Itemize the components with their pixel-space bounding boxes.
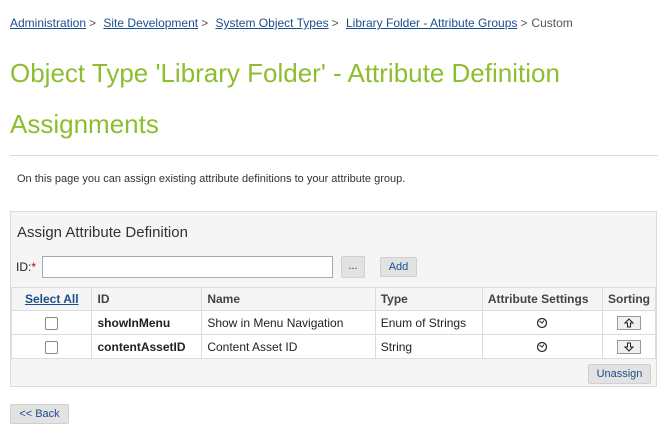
breadcrumb-separator: > <box>89 16 97 30</box>
row-id: contentAssetID <box>91 334 203 359</box>
table-header-row: Select All ID Name Type Attribute Settin… <box>10 287 656 311</box>
row-sorting-cell <box>602 334 656 359</box>
add-button[interactable]: Add <box>380 257 417 277</box>
breadcrumb-separator: > <box>331 16 339 30</box>
required-marker: * <box>31 260 37 274</box>
back-button[interactable]: << Back <box>10 404 69 424</box>
sorting-column-header: Sorting <box>602 287 656 311</box>
panel-title: Assign Attribute Definition <box>17 224 188 241</box>
unassign-button[interactable]: Unassign <box>588 364 651 384</box>
id-field-label: ID:* <box>16 260 36 274</box>
move-up-button[interactable] <box>617 315 641 330</box>
row-name: Show in Menu Navigation <box>201 310 376 335</box>
row-type: String <box>374 334 483 359</box>
breadcrumb-link-system-object-types[interactable]: System Object Types <box>215 16 328 30</box>
id-column-header: ID <box>91 287 203 311</box>
row-settings-cell <box>481 310 604 335</box>
attribute-table: Select All ID Name Type Attribute Settin… <box>10 287 656 359</box>
breadcrumb-link-attribute-groups[interactable]: Library Folder - Attribute Groups <box>346 16 517 30</box>
breadcrumb-link-administration[interactable]: Administration <box>10 16 86 30</box>
intro-text: On this page you can assign existing att… <box>17 173 406 185</box>
table-row: contentAssetID Content Asset ID String <box>10 334 656 359</box>
table-row: showInMenu Show in Menu Navigation Enum … <box>10 310 656 335</box>
arrow-down-icon <box>624 342 634 352</box>
page-title: Object Type 'Library Folder' - Attribute… <box>10 58 560 139</box>
breadcrumb-link-site-development[interactable]: Site Development <box>103 16 198 30</box>
assign-attribute-panel: Assign Attribute Definition ID:* ... Add… <box>10 211 657 387</box>
row-id: showInMenu <box>91 310 203 335</box>
row-select-cell <box>10 334 93 359</box>
type-column-header: Type <box>374 287 483 311</box>
breadcrumb: Administration > Site Development > System… <box>10 16 573 30</box>
settings-icon[interactable] <box>536 341 548 353</box>
move-down-button[interactable] <box>617 339 641 354</box>
row-type: Enum of Strings <box>374 310 483 335</box>
row-settings-cell <box>481 334 604 359</box>
row-select-cell <box>10 310 93 335</box>
name-column-header: Name <box>201 287 376 311</box>
row-sorting-cell <box>602 310 656 335</box>
breadcrumb-separator: > <box>201 16 209 30</box>
arrow-up-icon <box>624 318 634 328</box>
id-label-text: ID: <box>16 260 32 274</box>
breadcrumb-current: Custom <box>531 16 573 30</box>
row-checkbox[interactable] <box>45 316 59 330</box>
select-all-header: Select All <box>10 287 93 311</box>
browse-button[interactable]: ... <box>341 256 365 278</box>
breadcrumb-separator: > <box>520 16 528 30</box>
settings-icon[interactable] <box>536 317 548 329</box>
id-input[interactable] <box>42 256 333 278</box>
row-name: Content Asset ID <box>201 334 376 359</box>
title-divider <box>10 155 658 156</box>
row-checkbox[interactable] <box>45 340 59 354</box>
attribute-settings-column-header: Attribute Settings <box>481 287 604 311</box>
select-all-link[interactable]: Select All <box>25 292 79 306</box>
